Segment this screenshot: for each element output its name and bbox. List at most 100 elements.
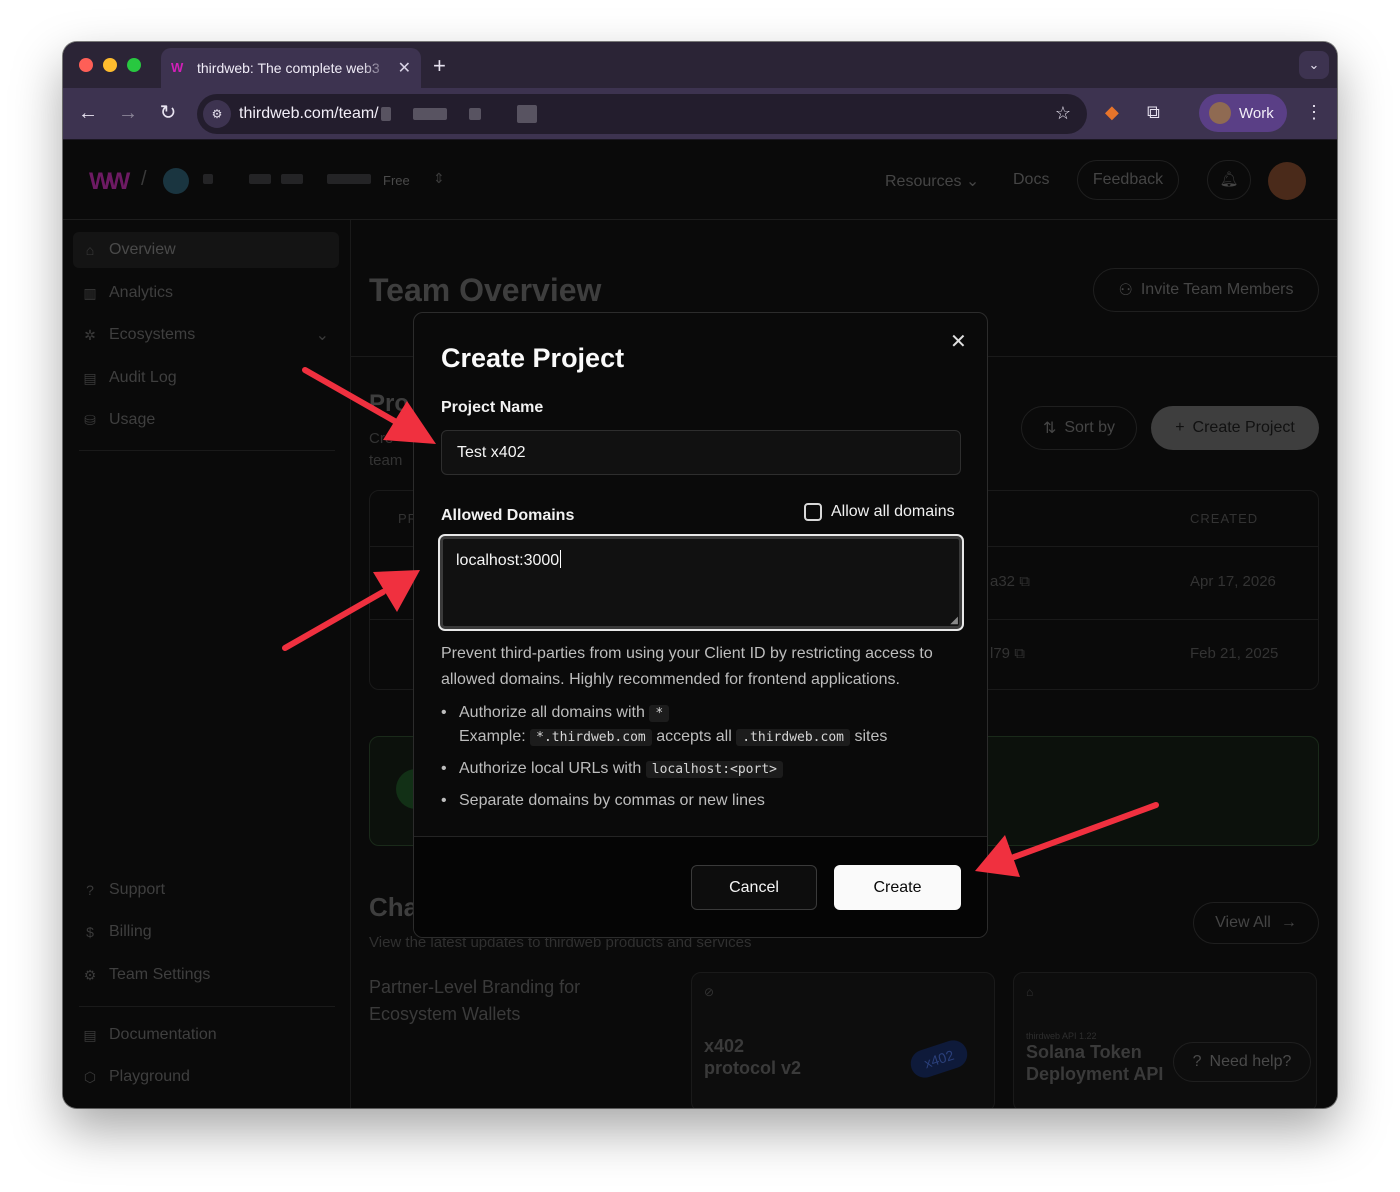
team-avatar[interactable]	[163, 168, 189, 194]
sidebar-item-label: Audit Log	[109, 369, 177, 386]
list-item: Authorize local URLs with localhost:<por…	[441, 757, 971, 781]
create-project-dialog: Create Project ✕ Project Name Test x402 …	[413, 312, 988, 938]
plan-badge: Free	[383, 173, 410, 188]
copy-icon[interactable]: ⧉	[1019, 573, 1030, 590]
card-title: Solana Token Deployment API	[1026, 1042, 1164, 1084]
sidebar-item-playground[interactable]: ⬡ Playground	[73, 1059, 339, 1095]
client-id-cell: a32 ⧉	[990, 573, 1030, 590]
view-all-button[interactable]: View All →	[1193, 902, 1319, 944]
tab-title: thirdweb: The complete web3	[197, 60, 380, 76]
checkbox-box[interactable]	[804, 503, 822, 521]
thirdweb-favicon-icon: W	[171, 60, 184, 75]
changelog-card[interactable]: ⌂ thirdweb API 1.22 Solana Token Deploym…	[1013, 972, 1317, 1108]
browser-tab[interactable]: W thirdweb: The complete web3 ✕	[161, 48, 421, 88]
bar-chart-icon: ▥	[83, 284, 97, 301]
sidebar-item-audit-log[interactable]: ▤ Audit Log	[73, 360, 339, 396]
reload-icon[interactable]: ↻	[155, 100, 181, 126]
back-icon[interactable]: ←	[75, 100, 101, 126]
allow-all-domains-checkbox[interactable]: Allow all domains	[804, 503, 955, 521]
bookmark-star-icon[interactable]: ☆	[1055, 103, 1071, 124]
code-snippet: .thirdweb.com	[736, 729, 850, 746]
sidebar-item-team-settings[interactable]: ⚙ Team Settings	[73, 957, 339, 993]
redacted-url	[412, 108, 447, 120]
card-title: x402 protocol v2	[704, 1036, 802, 1078]
projects-heading: Pro	[369, 390, 410, 417]
tip-text: accepts all	[656, 728, 732, 745]
sidebar-item-billing[interactable]: $ Billing	[73, 914, 339, 950]
redacted-url	[516, 105, 537, 123]
allow-all-domains-label: Allow all domains	[831, 503, 955, 520]
code-snippet: *	[649, 705, 670, 722]
code-snippet: *.thirdweb.com	[530, 729, 652, 746]
maximize-window-button[interactable]	[127, 58, 141, 72]
cube-icon: ⬡	[83, 1068, 97, 1085]
minimize-window-button[interactable]	[103, 58, 117, 72]
tab-close-icon[interactable]: ✕	[398, 58, 411, 78]
changelog-card[interactable]: ⊘ x402 protocol v2 x402	[691, 972, 995, 1108]
dollar-icon: $	[86, 924, 94, 940]
domains-tips-list: Authorize all domains with * Example: *.…	[441, 701, 971, 820]
url-text: thirdweb.com/team/	[239, 105, 379, 122]
card-title: Partner-Level Branding for Ecosystem Wal…	[369, 977, 581, 1024]
redacted-url	[468, 108, 481, 120]
project-name-label: Project Name	[441, 399, 544, 416]
sidebar-item-overview[interactable]: ⌂ Overview	[73, 232, 339, 268]
allowed-domains-textarea[interactable]: localhost:3000 ◢	[438, 534, 964, 631]
resources-label: Resources	[885, 173, 962, 190]
arrow-right-icon: →	[1280, 914, 1297, 931]
client-id-cell: l79 ⧉	[990, 645, 1025, 662]
help-circle-icon: ?	[1192, 1053, 1202, 1070]
document-icon: ▤	[83, 1026, 97, 1043]
need-help-button[interactable]: ? Need help?	[1173, 1042, 1311, 1082]
forward-icon[interactable]: →	[115, 100, 141, 126]
address-bar[interactable]: ⚙ thirdweb.com/team/ ☆	[197, 94, 1087, 134]
domains-value: localhost:3000	[456, 552, 560, 569]
breadcrumb-separator: /	[141, 168, 147, 190]
sidebar-divider	[79, 1006, 335, 1007]
site-info-icon[interactable]: ⚙	[203, 100, 231, 128]
redacted-team-name	[249, 174, 271, 184]
building-icon: ⌂	[1026, 985, 1034, 999]
invite-team-members-button[interactable]: ⚇ Invite Team Members	[1093, 268, 1319, 312]
resize-grip-icon[interactable]: ◢	[950, 615, 958, 626]
created-cell: Feb 21, 2025	[1190, 645, 1279, 662]
tip-text: sites	[854, 728, 888, 745]
sidebar-item-ecosystems[interactable]: ✲ Ecosystems ⌄	[73, 317, 339, 353]
create-button[interactable]: Create	[834, 865, 961, 910]
switcher-chevron-icon[interactable]: ⇕	[433, 170, 445, 187]
profile-button[interactable]: Work	[1199, 94, 1287, 132]
sidebar-item-documentation[interactable]: ▤ Documentation	[73, 1017, 339, 1053]
sidebar-item-usage[interactable]: ⛁ Usage	[73, 402, 339, 438]
sidebar-item-support[interactable]: ? Support	[73, 872, 339, 908]
project-name-input[interactable]: Test x402	[441, 430, 961, 475]
sidebar-item-label: Team Settings	[109, 966, 211, 983]
extensions-puzzle-icon[interactable]: ⧉	[1147, 102, 1160, 123]
cancel-button[interactable]: Cancel	[691, 865, 817, 910]
page-title: Team Overview	[369, 272, 602, 308]
sidebar-item-analytics[interactable]: ▥ Analytics	[73, 275, 339, 311]
tab-search-icon[interactable]: ⌄	[1299, 51, 1329, 79]
created-cell: Apr 17, 2026	[1190, 573, 1276, 590]
document-icon: ▤	[83, 369, 97, 386]
need-help-label: Need help?	[1209, 1053, 1292, 1070]
close-icon[interactable]: ✕	[950, 329, 967, 354]
docs-link[interactable]: Docs	[1013, 171, 1049, 189]
metamask-extension-icon[interactable]: ◆	[1105, 102, 1119, 123]
create-project-button[interactable]: + Create Project	[1151, 406, 1319, 450]
thirdweb-logo[interactable]: WW	[89, 168, 130, 196]
copy-icon[interactable]: ⧉	[1014, 645, 1025, 662]
sort-icon: ⇅	[1042, 420, 1057, 437]
view-all-label: View All	[1215, 914, 1271, 931]
resources-link[interactable]: Resources ⌄	[885, 171, 979, 191]
changelog-card[interactable]: Partner-Level Branding for Ecosystem Wal…	[369, 972, 673, 1108]
tab-bar: W thirdweb: The complete web3 ✕ + ⌄	[63, 42, 1337, 88]
sidebar-item-label: Documentation	[109, 1026, 217, 1043]
dialog-footer: Cancel Create	[414, 836, 987, 937]
sort-by-button[interactable]: ⇅ Sort by	[1021, 406, 1137, 450]
browser-menu-icon[interactable]: ⋮	[1305, 102, 1323, 123]
notifications-bell-icon[interactable]: 🔔︎	[1207, 160, 1251, 200]
new-tab-icon[interactable]: +	[433, 53, 446, 79]
user-avatar[interactable]	[1268, 162, 1306, 200]
close-window-button[interactable]	[79, 58, 93, 72]
feedback-button[interactable]: Feedback	[1077, 160, 1179, 200]
